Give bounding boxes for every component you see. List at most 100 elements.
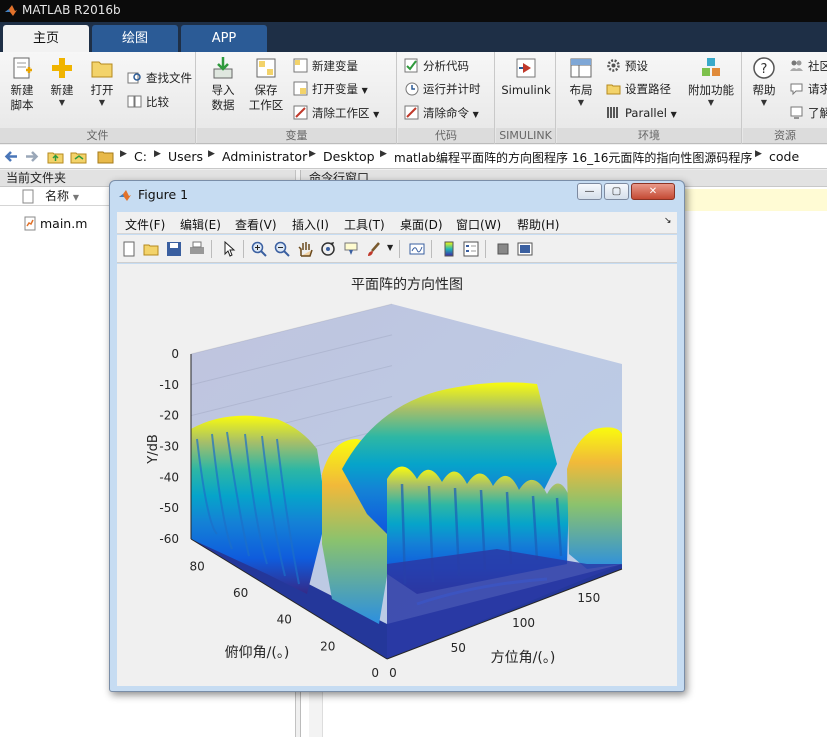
y-tick-label: 0 bbox=[371, 666, 379, 680]
brush-icon[interactable] bbox=[366, 241, 382, 257]
open-button[interactable]: 打开 ▼ bbox=[86, 55, 118, 108]
help-button[interactable]: ? 帮助 ▼ bbox=[747, 55, 781, 108]
forward-arrow-icon[interactable] bbox=[23, 148, 40, 165]
maximize-button[interactable]: ▢ bbox=[604, 183, 629, 200]
menu-file[interactable]: 文件(F) bbox=[125, 216, 165, 233]
section-label-resources: 资源 bbox=[743, 128, 827, 143]
crumb-desktop[interactable]: Desktop bbox=[323, 149, 375, 164]
import-data-button[interactable]: 导入 数据 bbox=[205, 55, 241, 113]
x-tick-label: 0 bbox=[389, 666, 397, 680]
new-variable-button[interactable]: 新建变量 bbox=[293, 56, 358, 76]
menu-view[interactable]: 查看(V) bbox=[235, 216, 277, 233]
tab-home[interactable]: 主页 bbox=[3, 25, 89, 52]
tab-plots[interactable]: 绘图 bbox=[92, 25, 178, 52]
chevron-down-icon: ▼ bbox=[707, 98, 715, 107]
new-script-button[interactable]: 新建 脚本 bbox=[5, 55, 39, 113]
window-title: MATLAB R2016b bbox=[22, 3, 121, 17]
addons-button[interactable]: 附加功能 ▼ bbox=[684, 55, 738, 108]
surface-plot[interactable]: 平面阵的方向性图 0-10-20-30-40-50-60020406080050… bbox=[117, 264, 677, 686]
community-button[interactable]: 社区 bbox=[789, 56, 827, 76]
chevron-down-icon[interactable]: ▼ bbox=[387, 243, 393, 252]
pointer-icon[interactable] bbox=[221, 241, 237, 257]
z-tick-label: -40 bbox=[159, 470, 179, 484]
menu-tools[interactable]: 工具(T) bbox=[344, 216, 385, 233]
menu-insert[interactable]: 插入(I) bbox=[292, 216, 329, 233]
menu-edit[interactable]: 编辑(E) bbox=[180, 216, 221, 233]
menu-dock-icon[interactable]: ↘ bbox=[664, 216, 672, 226]
up-folder-icon[interactable] bbox=[47, 148, 64, 165]
layout-button[interactable]: 布局 ▼ bbox=[565, 55, 597, 108]
list-item[interactable]: main.m bbox=[24, 216, 87, 231]
open-file-icon[interactable] bbox=[143, 241, 159, 257]
ribbon-section-simulink: Simulink SIMULINK bbox=[496, 52, 556, 144]
minimize-button[interactable]: — bbox=[577, 183, 602, 200]
crumb-project-folder[interactable]: matlab编程平面阵的方向图程序 16_16元面阵的指向性图源码程序 bbox=[394, 149, 752, 166]
learn-button[interactable]: 了解 bbox=[789, 103, 827, 123]
new-button[interactable]: 新建 ▼ bbox=[46, 55, 78, 108]
crumb-separator-icon: ▶ bbox=[380, 149, 387, 159]
x-tick-label: 50 bbox=[451, 641, 466, 655]
set-path-button[interactable]: 设置路径 bbox=[606, 79, 671, 99]
section-label-simulink: SIMULINK bbox=[496, 128, 555, 143]
request-support-button[interactable]: 请求 bbox=[789, 79, 827, 99]
chart-title: 平面阵的方向性图 bbox=[351, 277, 463, 293]
menu-help[interactable]: 帮助(H) bbox=[517, 216, 559, 233]
compare-button[interactable]: 比较 bbox=[127, 92, 169, 112]
crumb-administrator[interactable]: Administrator bbox=[222, 149, 307, 164]
data-cursor-icon[interactable] bbox=[343, 241, 359, 257]
run-and-time-icon bbox=[405, 82, 419, 96]
ribbon-section-variable: 导入 数据 保存 工作区 新建变量 打开变量 ▼ 清除工作区 ▼ 变量 bbox=[197, 52, 397, 144]
import-data-icon bbox=[213, 57, 233, 79]
rotate-3d-icon[interactable] bbox=[320, 241, 336, 257]
zoom-out-icon[interactable] bbox=[274, 241, 290, 257]
close-button[interactable]: ✕ bbox=[631, 183, 675, 200]
z-tick-label: 0 bbox=[171, 347, 179, 361]
back-arrow-icon[interactable] bbox=[3, 148, 20, 165]
crumb-users[interactable]: Users bbox=[168, 149, 203, 164]
tab-apps[interactable]: APP bbox=[181, 25, 267, 52]
new-figure-icon[interactable] bbox=[121, 241, 137, 257]
run-and-time-button[interactable]: 运行并计时 bbox=[404, 79, 481, 99]
addons-cubes-icon bbox=[702, 58, 720, 76]
save-icon[interactable] bbox=[166, 241, 182, 257]
simulink-button[interactable]: Simulink bbox=[501, 55, 551, 98]
colorbar-icon[interactable] bbox=[441, 241, 457, 257]
open-variable-button[interactable]: 打开变量 ▼ bbox=[293, 79, 368, 99]
legend-icon[interactable] bbox=[463, 241, 479, 257]
ribbon-section-resources: ? 帮助 ▼ 社区 请求 了解 资源 bbox=[743, 52, 827, 144]
y-axis-label: 俯仰角/(。) bbox=[225, 645, 290, 661]
figure-menu-bar: 文件(F) 编辑(E) 查看(V) 插入(I) 工具(T) 桌面(D) 窗口(W… bbox=[117, 212, 677, 234]
clear-commands-button[interactable]: 清除命令 ▼ bbox=[404, 103, 479, 123]
crumb-code[interactable]: code bbox=[769, 149, 799, 164]
toolbar-separator bbox=[211, 240, 212, 258]
new-script-icon bbox=[13, 57, 32, 79]
show-plot-tools-icon[interactable] bbox=[517, 241, 533, 257]
menu-window[interactable]: 窗口(W) bbox=[456, 216, 501, 233]
z-tick-label: -20 bbox=[159, 409, 179, 423]
parallel-button[interactable]: Parallel ▼ bbox=[606, 103, 677, 123]
analyze-code-button[interactable]: 分析代码 bbox=[404, 56, 469, 76]
section-label-environment: 环境 bbox=[557, 128, 741, 143]
z-tick-label: -10 bbox=[159, 378, 179, 392]
save-workspace-button[interactable]: 保存 工作区 bbox=[247, 55, 285, 113]
y-tick-label: 40 bbox=[277, 613, 292, 627]
crumb-drive[interactable]: C: bbox=[134, 149, 147, 164]
pan-icon[interactable] bbox=[297, 241, 313, 257]
print-icon[interactable] bbox=[189, 241, 205, 257]
compare-icon bbox=[127, 95, 142, 108]
crumb-separator-icon: ▶ bbox=[154, 149, 161, 159]
clear-workspace-button[interactable]: 清除工作区 ▼ bbox=[293, 103, 379, 123]
preferences-button[interactable]: 预设 bbox=[606, 56, 648, 76]
simulink-icon bbox=[516, 58, 536, 78]
figure-canvas[interactable]: 平面阵的方向性图 0 -10 -20 -30 -40 -50 -60 0 20 … bbox=[117, 264, 677, 686]
community-icon bbox=[790, 60, 803, 71]
open-variable-icon bbox=[293, 81, 308, 96]
menu-desktop[interactable]: 桌面(D) bbox=[400, 216, 443, 233]
browse-folder-icon[interactable] bbox=[70, 148, 87, 165]
clear-workspace-icon bbox=[293, 105, 308, 120]
find-files-button[interactable]: 查找文件 bbox=[127, 68, 192, 88]
link-plot-icon[interactable] bbox=[409, 241, 425, 257]
hide-plot-tools-icon[interactable] bbox=[495, 241, 511, 257]
open-folder-icon bbox=[91, 61, 113, 78]
zoom-in-icon[interactable] bbox=[251, 241, 267, 257]
